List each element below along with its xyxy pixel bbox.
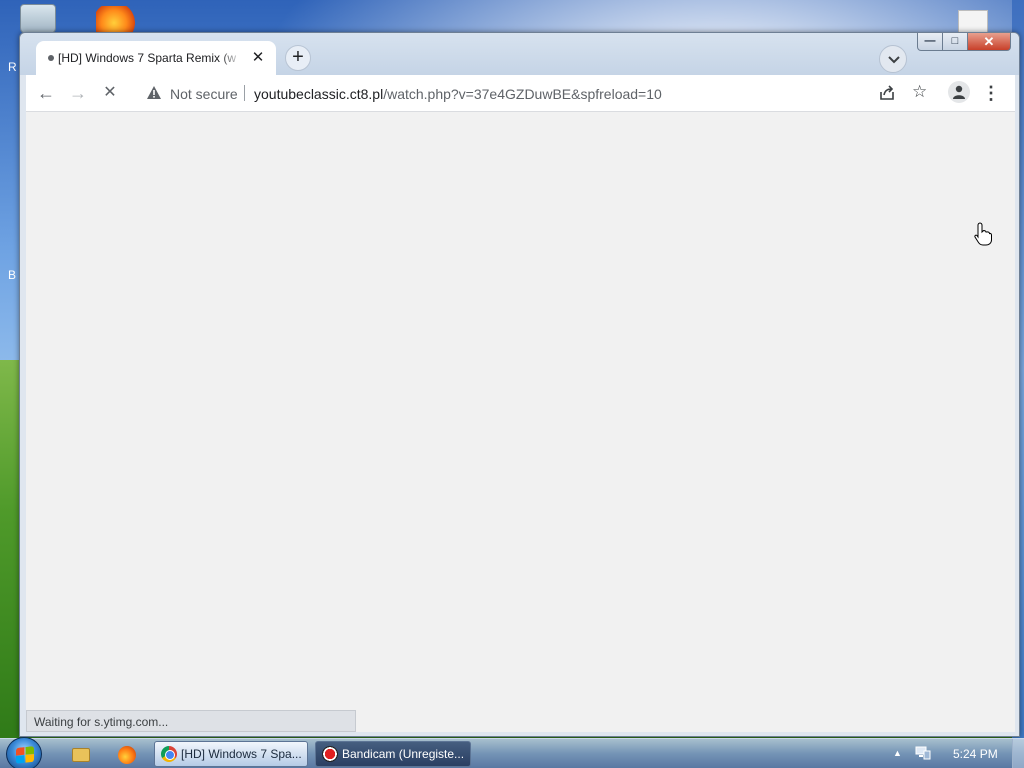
chrome-icon	[161, 746, 177, 762]
omnibox-divider	[244, 85, 245, 101]
security-label[interactable]: Not secure	[170, 86, 238, 102]
bandicam-icon	[322, 746, 338, 762]
firefox-icon	[118, 746, 136, 764]
browser-titlebar: [HD] Windows 7 Sparta Remix (w ✕ + — □ ✕	[20, 33, 1019, 75]
taskbar-task-bandicam[interactable]: Bandicam (Unregiste...	[315, 741, 471, 767]
loading-spinner-icon	[48, 55, 54, 61]
tab-close-button[interactable]: ✕	[250, 50, 266, 66]
person-icon	[953, 85, 965, 99]
maximize-icon: □	[951, 35, 959, 47]
maximize-button[interactable]: □	[942, 33, 968, 51]
taskbar: [HD] Windows 7 Spa... Bandicam (Unregist…	[0, 737, 1024, 768]
tab-search-button[interactable]	[879, 45, 907, 73]
back-button[interactable]: ←	[34, 81, 58, 105]
url-path: /watch.php?v=37e4GZDuwBE&spfreload=10	[383, 86, 662, 102]
recycle-bin-icon[interactable]	[20, 4, 56, 34]
tray-expand-icon[interactable]: ▲	[893, 748, 902, 758]
warning-icon[interactable]	[146, 85, 162, 100]
page-content: Waiting for s.ytimg.com...	[26, 111, 1015, 732]
browser-window: [HD] Windows 7 Sparta Remix (w ✕ + — □ ✕…	[19, 32, 1020, 737]
close-icon: ✕	[983, 34, 995, 49]
forward-button[interactable]: →	[66, 81, 90, 105]
new-tab-button[interactable]: +	[285, 45, 311, 71]
start-button[interactable]	[6, 737, 42, 768]
desktop-icon-label: B	[8, 268, 17, 282]
share-icon[interactable]	[878, 84, 896, 102]
network-icon[interactable]	[915, 746, 931, 760]
task-label: [HD] Windows 7 Spa...	[181, 747, 302, 761]
stop-loading-button[interactable]: ✕	[98, 81, 122, 105]
close-window-button[interactable]: ✕	[967, 33, 1011, 51]
windows-logo-icon	[16, 746, 34, 764]
hand-cursor-icon	[974, 222, 992, 246]
task-label: Bandicam (Unregiste...	[342, 747, 465, 761]
tab-active[interactable]: [HD] Windows 7 Sparta Remix (w ✕	[36, 41, 276, 75]
firefox-icon[interactable]	[96, 6, 136, 34]
url-domain: youtubeclassic.ct8.pl	[254, 86, 384, 102]
desktop-icon-label: R	[8, 60, 17, 74]
tab-title: [HD] Windows 7 Sparta Remix (w	[58, 51, 237, 65]
taskbar-task-chrome[interactable]: [HD] Windows 7 Spa...	[154, 741, 308, 767]
browser-toolbar: ← → ✕ Not secure youtubeclassic.ct8.pl/w…	[26, 75, 1015, 111]
url-text[interactable]: youtubeclassic.ct8.pl/watch.php?v=37e4GZ…	[254, 86, 662, 102]
address-bar[interactable]: Not secure youtubeclassic.ct8.pl/watch.p…	[136, 79, 956, 107]
profile-avatar[interactable]	[948, 81, 970, 103]
minimize-button[interactable]: —	[917, 33, 943, 51]
taskbar-firefox-button[interactable]	[106, 743, 146, 767]
folder-icon	[72, 748, 90, 762]
status-bubble: Waiting for s.ytimg.com...	[26, 710, 356, 732]
system-clock[interactable]: 5:24 PM	[953, 747, 998, 761]
minimize-icon: —	[924, 35, 936, 47]
browser-menu-button[interactable]: ⋮	[981, 81, 1001, 105]
taskbar-explorer-button[interactable]	[60, 743, 100, 767]
show-desktop-button[interactable]	[1012, 739, 1024, 768]
chevron-down-icon	[888, 56, 900, 64]
bookmark-star-icon[interactable]: ☆	[912, 82, 927, 102]
